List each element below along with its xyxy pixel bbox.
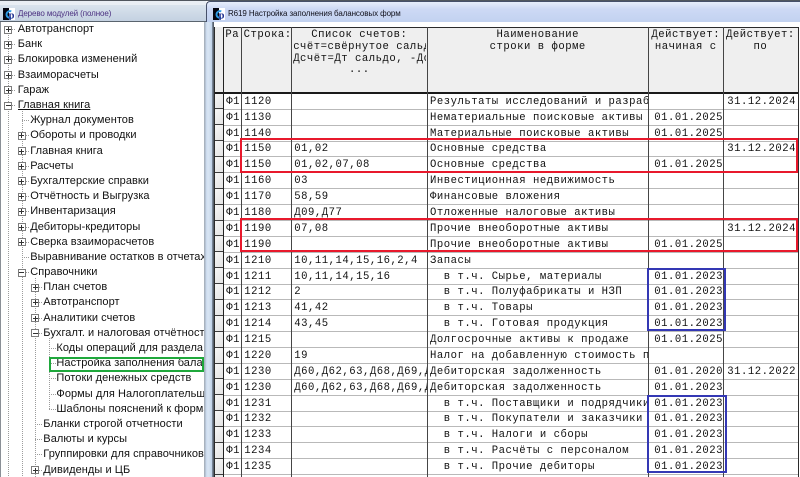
svg-text:p: p bbox=[9, 11, 15, 20]
svg-text:p: p bbox=[219, 11, 225, 20]
